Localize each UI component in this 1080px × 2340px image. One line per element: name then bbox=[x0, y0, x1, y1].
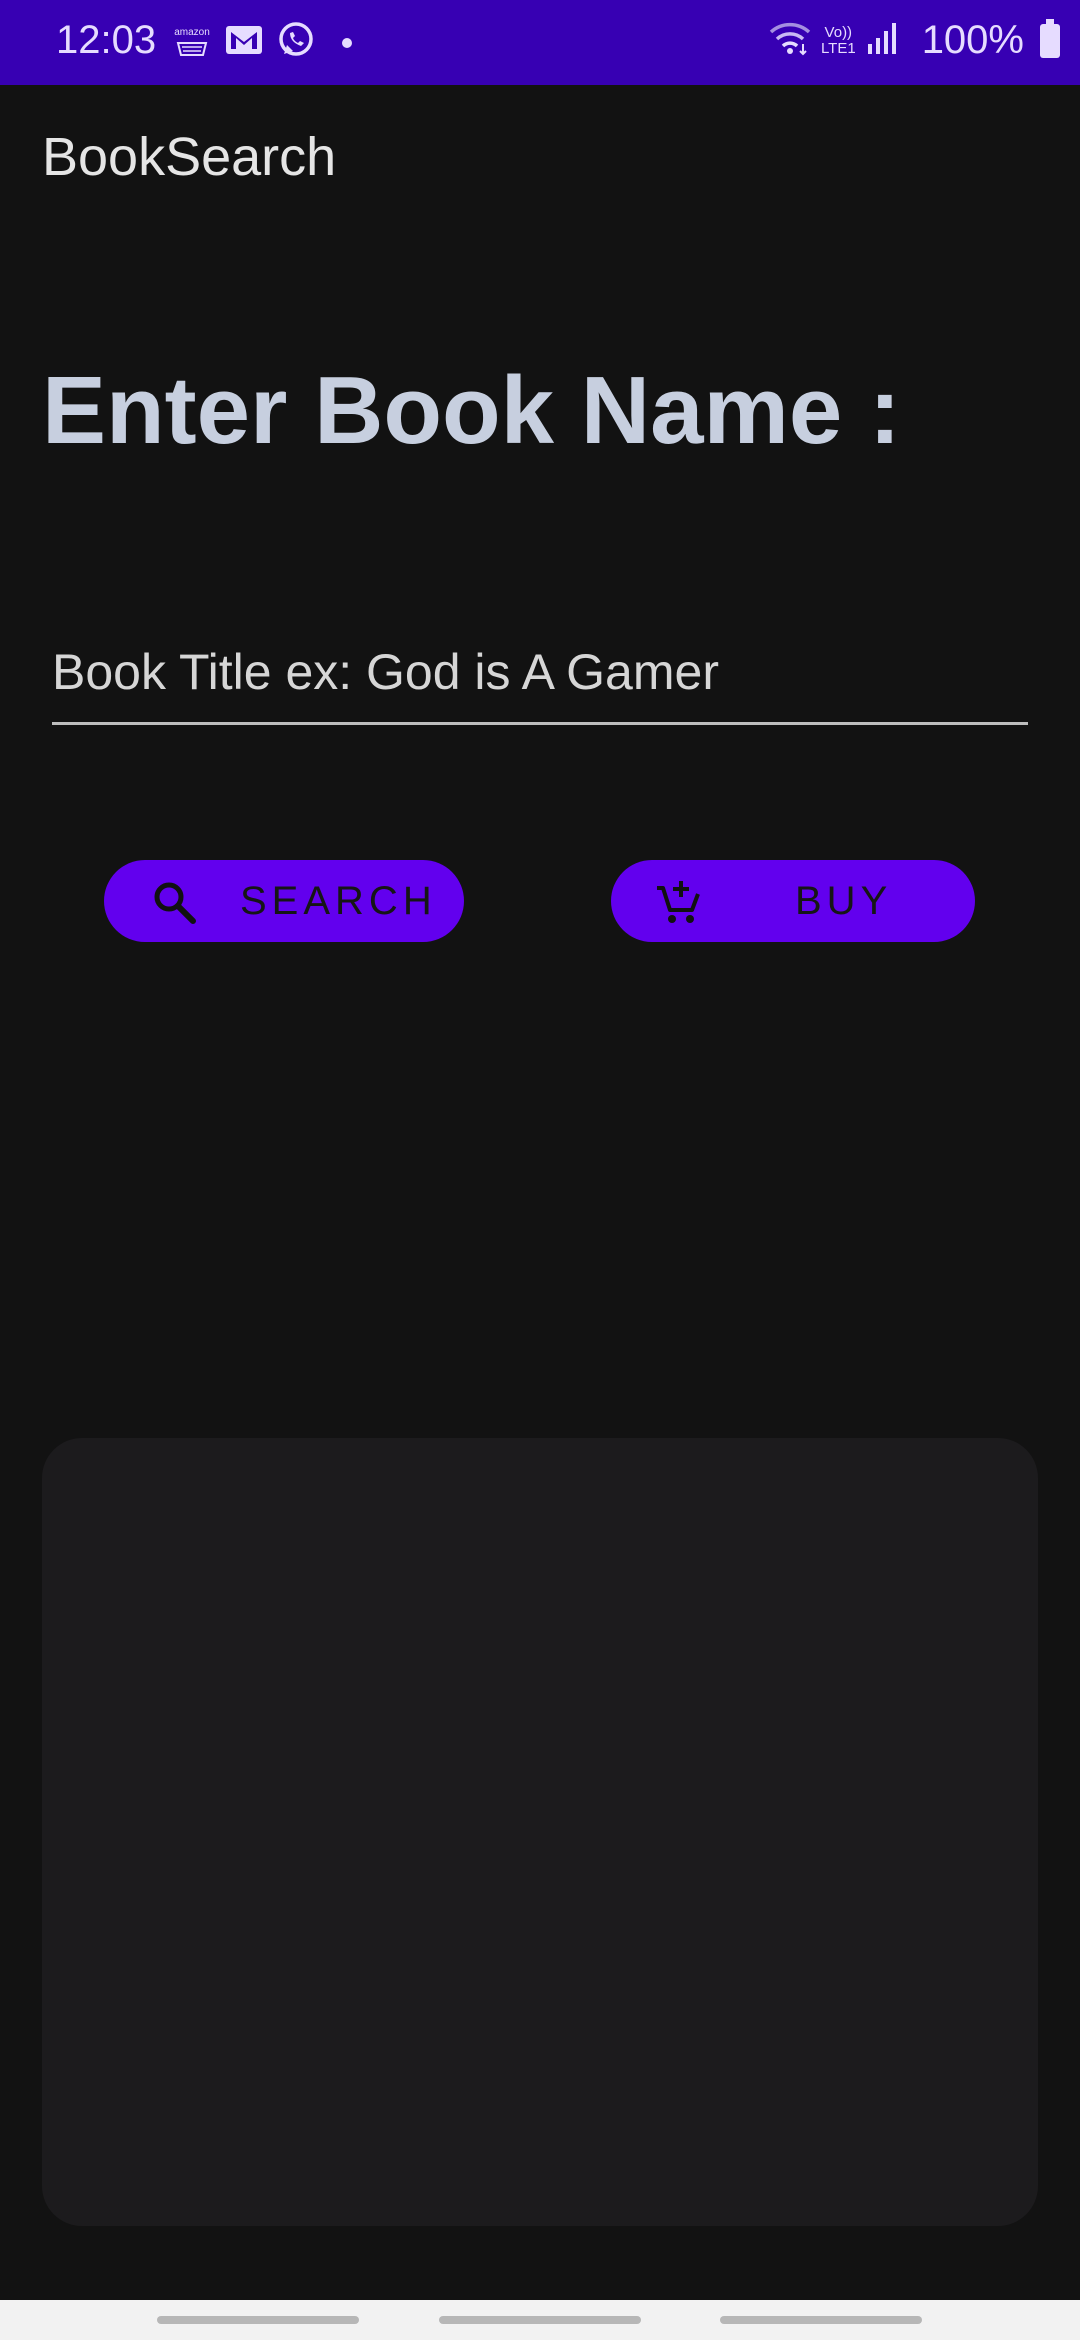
signal-icon bbox=[866, 20, 900, 61]
result-card bbox=[42, 1438, 1038, 2226]
app-title: BookSearch bbox=[42, 127, 337, 187]
search-button[interactable]: SEARCH bbox=[104, 860, 464, 942]
buy-button-label: BUY bbox=[795, 879, 893, 923]
page-heading: Enter Book Name : bbox=[42, 357, 901, 464]
gmail-icon bbox=[224, 23, 264, 62]
network-label-bottom: LTE1 bbox=[820, 39, 856, 57]
network-label-top: Vo)) bbox=[824, 23, 853, 41]
status-time: 12:03 bbox=[56, 18, 157, 62]
battery-icon bbox=[1040, 18, 1060, 58]
status-bar: 12:03 amazon Vo)) LTE1 100% bbox=[0, 0, 1080, 85]
battery-percent: 100% bbox=[921, 18, 1024, 62]
add-to-cart-icon bbox=[657, 881, 700, 923]
search-icon bbox=[154, 882, 196, 924]
navigation-bar bbox=[0, 2300, 1080, 2340]
notification-icons: amazon bbox=[172, 20, 352, 65]
status-indicators: Vo)) LTE1 100% bbox=[769, 18, 1060, 63]
home-nav-handle[interactable] bbox=[439, 2316, 641, 2324]
lte-icon: Vo)) LTE1 bbox=[820, 23, 856, 57]
search-button-label: SEARCH bbox=[240, 879, 437, 923]
recents-nav-handle[interactable] bbox=[157, 2316, 359, 2324]
dot-icon bbox=[342, 37, 352, 48]
amazon-icon-label: amazon bbox=[174, 26, 210, 38]
buy-button[interactable]: BUY bbox=[611, 860, 975, 942]
amazon-icon: amazon bbox=[172, 23, 212, 63]
back-nav-handle[interactable] bbox=[720, 2316, 922, 2324]
book-title-input[interactable] bbox=[52, 630, 1028, 725]
wifi-icon bbox=[769, 20, 811, 61]
whatsapp-icon bbox=[276, 20, 316, 65]
